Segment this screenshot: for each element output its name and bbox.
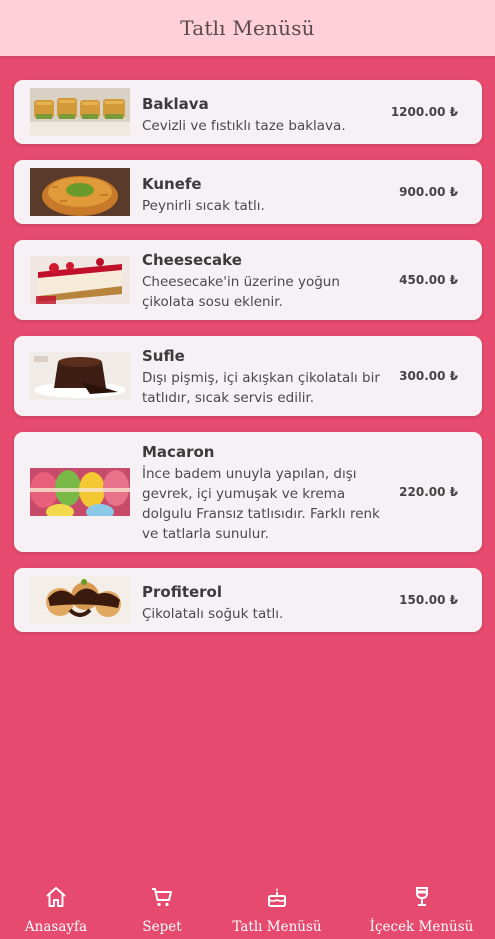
item-name: Profiterol (142, 583, 223, 601)
item-description: Cheesecake'in üzerine yoğun çikolata sos… (142, 274, 340, 310)
item-price: 1200.00 ₺ (390, 105, 458, 119)
cake-icon (268, 888, 286, 907)
kunefe-image (30, 168, 130, 216)
menu-item-baklava[interactable]: Baklava Cevizli ve fıstıklı taze baklava… (14, 80, 482, 144)
item-description: Çikolatalı soğuk tatlı. (142, 606, 284, 622)
item-price: 300.00 ₺ (399, 369, 458, 383)
cart-icon (152, 888, 172, 907)
app-bar: Tatlı Menüsü (0, 0, 495, 56)
sufle-image (30, 352, 130, 400)
item-name: Kunefe (142, 175, 202, 193)
nav-drinks-menu[interactable]: İçecek Menüsü (364, 877, 479, 939)
macaron-image (30, 468, 130, 516)
item-name: Baklava (142, 95, 209, 113)
menu-item-macaron[interactable]: Macaron İnce badem unuyla yapılan, dışı … (14, 432, 482, 552)
nav-label: İçecek Menüsü (369, 919, 474, 935)
item-price: 220.00 ₺ (399, 485, 458, 499)
nav-label: Sepet (142, 919, 182, 935)
nav-label: Tatlı Menüsü (232, 919, 322, 935)
menu-item-cheesecake[interactable]: Cheesecake Cheesecake'in üzerine yoğun ç… (14, 240, 482, 320)
item-price: 450.00 ₺ (399, 273, 458, 287)
item-price: 900.00 ₺ (399, 185, 458, 199)
baklava-image (30, 88, 130, 136)
item-name: Macaron (142, 443, 215, 461)
nav-cart[interactable]: Sepet (122, 877, 202, 939)
item-description: Peynirli sıcak tatlı. (142, 198, 265, 214)
item-price: 150.00 ₺ (399, 593, 458, 607)
page-title: Tatlı Menüsü (180, 16, 315, 40)
profiterol-image (30, 576, 130, 624)
item-description: Cevizli ve fıstıklı taze baklava. (142, 118, 346, 134)
item-name: Cheesecake (142, 251, 242, 269)
item-description: İnce badem unuyla yapılan, dışı gevrek, … (142, 466, 380, 542)
menu-item-kunefe[interactable]: Kunefe Peynirli sıcak tatlı. 900.00 ₺ (14, 160, 482, 224)
nav-home[interactable]: Anasayfa (16, 877, 96, 939)
nav-label: Anasayfa (24, 919, 88, 935)
item-description: Dışı pişmiş, içi akışkan çikolatalı bir … (142, 370, 380, 406)
nav-dessert-menu[interactable]: Tatlı Menüsü (227, 877, 327, 939)
menu-item-sufle[interactable]: Sufle Dışı pişmiş, içi akışkan çikolatal… (14, 336, 482, 416)
home-icon (46, 887, 66, 907)
cheesecake-image (30, 256, 130, 304)
wine-glass-icon (415, 887, 428, 906)
menu-item-profiterol[interactable]: Profiterol Çikolatalı soğuk tatlı. 150.0… (14, 568, 482, 632)
bottom-navigation: Anasayfa Sepet Tatlı Menüsü İçecek Menüs… (0, 877, 495, 939)
item-name: Sufle (142, 347, 185, 365)
